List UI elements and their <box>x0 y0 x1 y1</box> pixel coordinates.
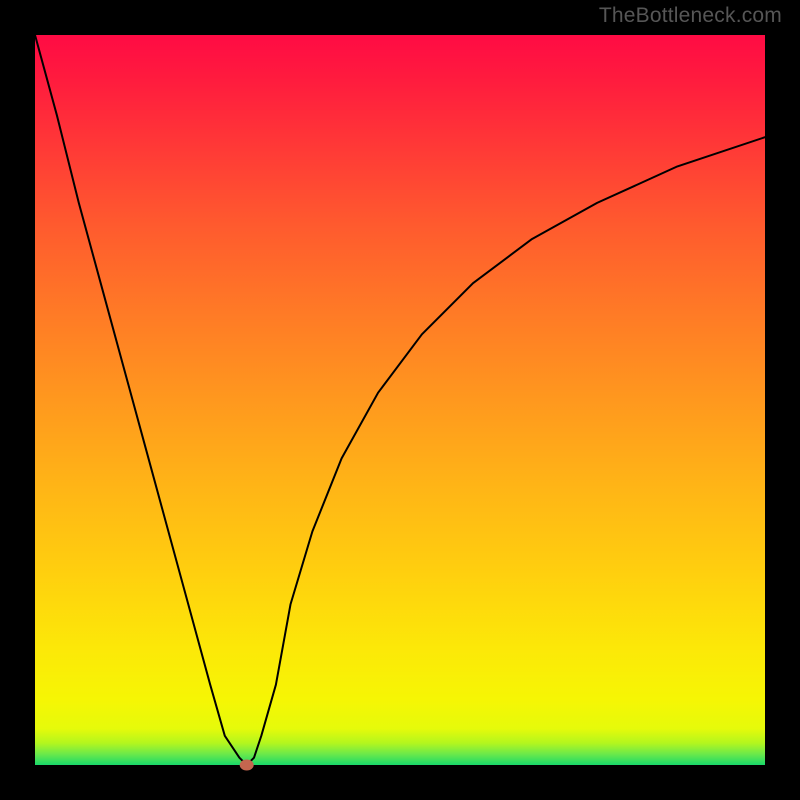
min-marker-dot <box>240 760 254 771</box>
chart-frame: TheBottleneck.com <box>0 0 800 800</box>
watermark-text: TheBottleneck.com <box>599 4 782 28</box>
plot-area <box>35 35 765 765</box>
plot-svg <box>35 35 765 765</box>
bottleneck-curve <box>35 35 765 765</box>
